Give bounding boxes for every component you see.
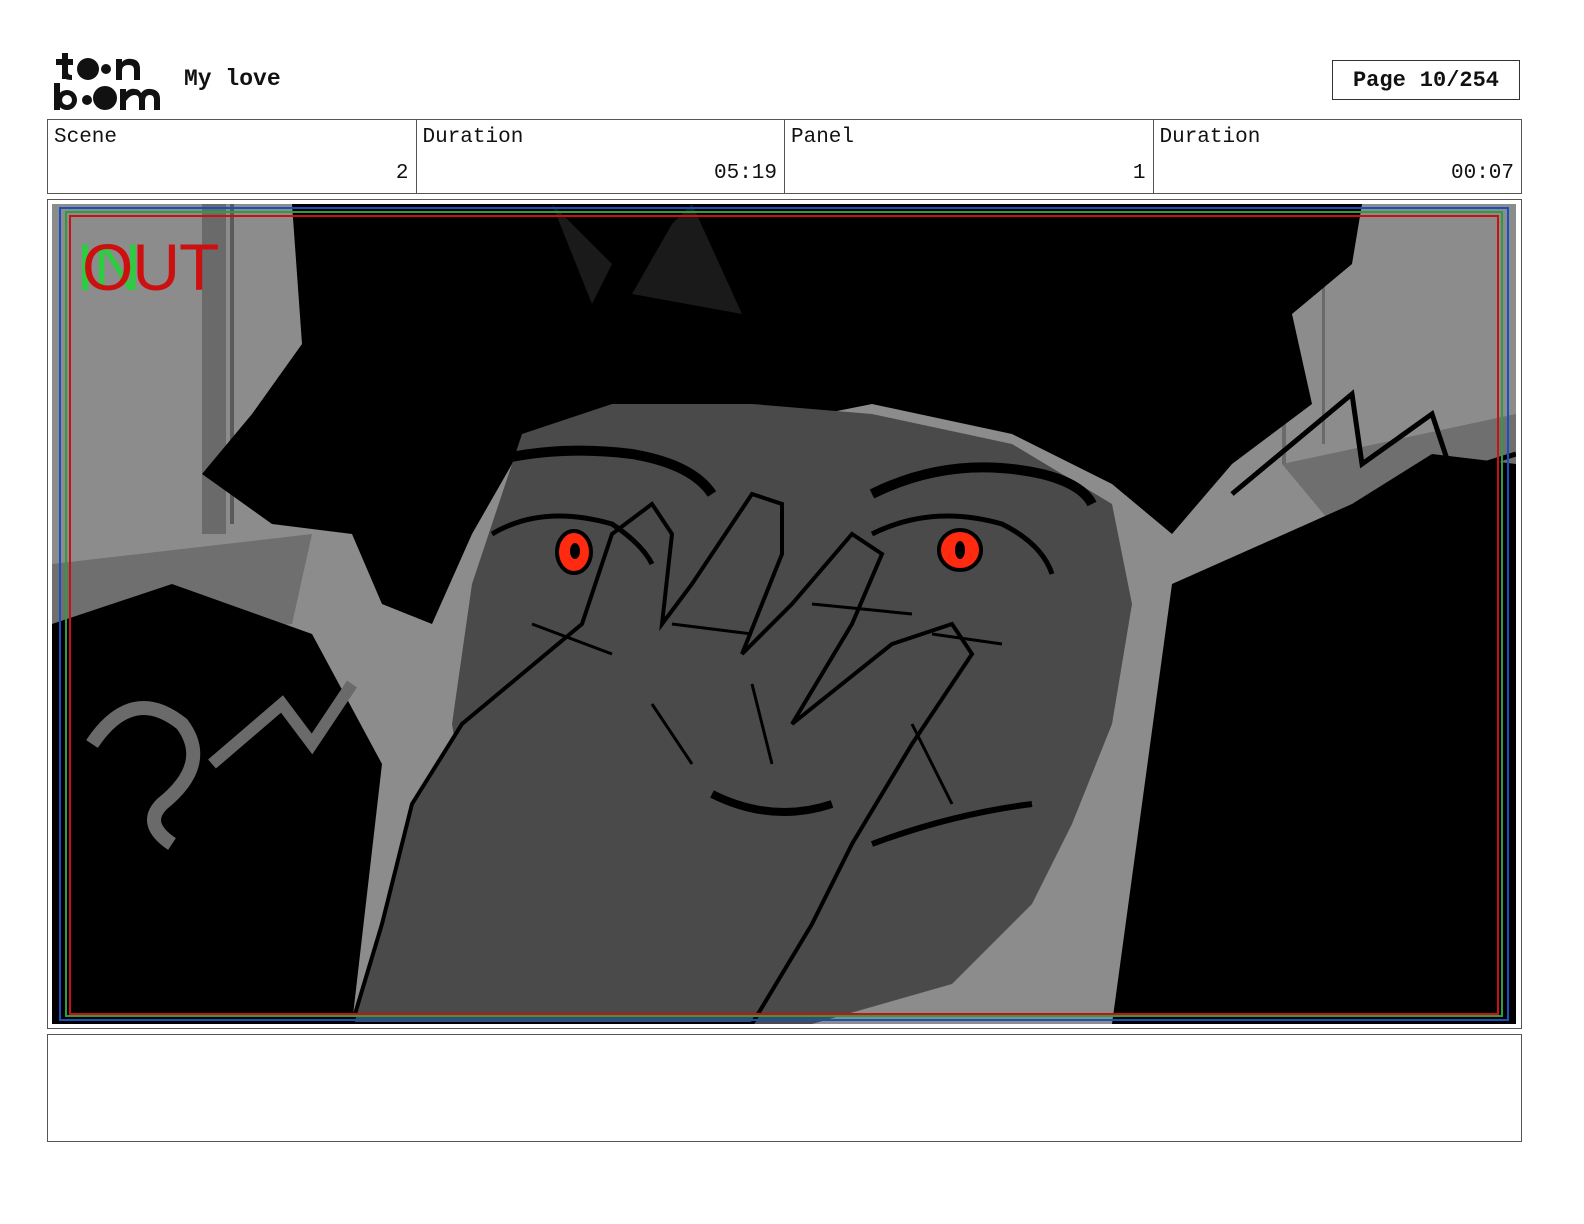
panel-caption-box[interactable] xyxy=(47,1034,1522,1142)
panel-duration-value: 00:07 xyxy=(1450,162,1514,185)
page-label: Page xyxy=(1352,67,1406,93)
toon-boom-logo xyxy=(54,53,160,110)
panel-duration-label: Duration xyxy=(1159,126,1261,149)
scene-cell: Scene 2 xyxy=(48,120,417,193)
storyboard-panel: IN OUT xyxy=(47,199,1522,1029)
panel-info-row: Scene 2 Duration 05:19 Panel 1 Duration … xyxy=(47,119,1522,194)
project-title: My love xyxy=(184,66,281,92)
page-indicator: Page 10/254 xyxy=(1332,60,1520,100)
scene-number: 2 xyxy=(395,162,409,185)
page-number: 10/254 xyxy=(1419,67,1500,93)
panel-cell: Panel 1 xyxy=(785,120,1154,193)
out-marker: OUT xyxy=(82,230,219,304)
panel-number: 1 xyxy=(1132,162,1146,185)
scene-duration-value: 05:19 xyxy=(713,162,777,185)
panel-duration-cell: Duration 00:07 xyxy=(1154,120,1522,193)
scene-duration-cell: Duration 05:19 xyxy=(417,120,785,193)
panel-drawing xyxy=(52,204,1516,1024)
scene-label: Scene xyxy=(54,126,118,149)
scene-duration-label: Duration xyxy=(422,126,524,149)
panel-label: Panel xyxy=(791,126,855,149)
